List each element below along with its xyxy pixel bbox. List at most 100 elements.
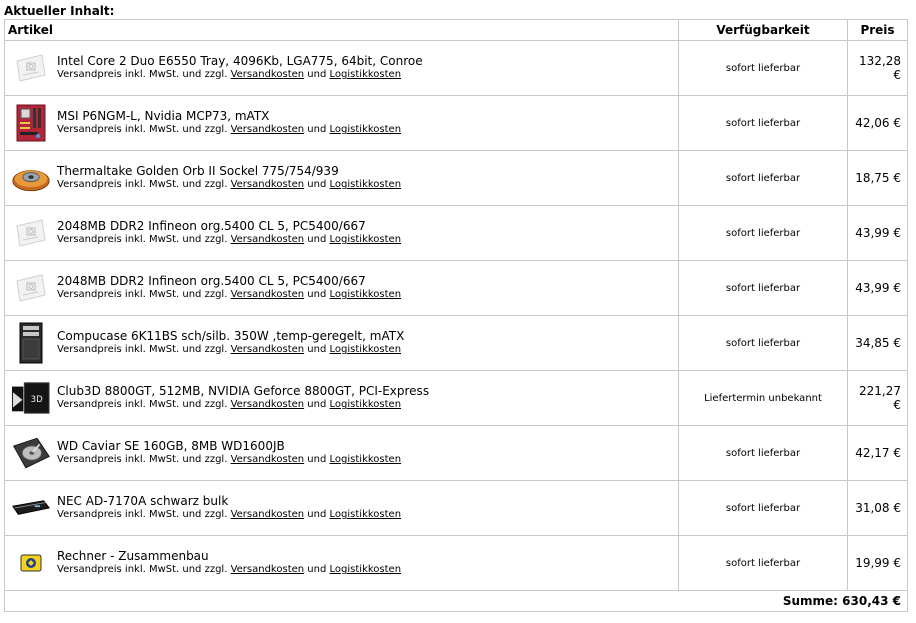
article-cell: Compucase 6K11BS sch/silb. 350W ,temp-ge… bbox=[4, 315, 679, 371]
shipping-joiner: und bbox=[307, 564, 327, 575]
price-cell: 132,28 € bbox=[847, 40, 908, 96]
availability-cell: sofort lieferbar bbox=[678, 425, 848, 481]
shipping-costs-link[interactable]: Versandkosten bbox=[231, 454, 305, 465]
column-header-availability: Verfügbarkeit bbox=[678, 19, 848, 41]
shipping-costs-link[interactable]: Versandkosten bbox=[231, 124, 305, 135]
cart-row: Thermaltake Golden Orb II Sockel 775/754… bbox=[4, 150, 908, 206]
shipping-prefix: Versandpreis inkl. MwSt. und zzgl. bbox=[57, 454, 228, 465]
shipping-costs-link[interactable]: Versandkosten bbox=[231, 344, 305, 355]
price-cell: 42,17 € bbox=[847, 425, 908, 481]
shipping-costs-link[interactable]: Versandkosten bbox=[231, 69, 305, 80]
total-row: Summe: 630,43 € bbox=[4, 590, 908, 612]
shipping-joiner: und bbox=[307, 234, 327, 245]
cart-row: 2048MB DDR2 Infineon org.5400 CL 5, PC54… bbox=[4, 260, 908, 316]
placeholder-image-icon[interactable] bbox=[11, 213, 51, 253]
article-cell: 2048MB DDR2 Infineon org.5400 CL 5, PC54… bbox=[4, 260, 679, 316]
assembly-service-icon[interactable] bbox=[11, 543, 51, 583]
product-name[interactable]: 2048MB DDR2 Infineon org.5400 CL 5, PC54… bbox=[57, 274, 401, 288]
shipping-prefix: Versandpreis inkl. MwSt. und zzgl. bbox=[57, 509, 228, 520]
shipping-joiner: und bbox=[307, 179, 327, 190]
product-name[interactable]: Rechner - Zusammenbau bbox=[57, 549, 401, 563]
price-cell: 43,99 € bbox=[847, 260, 908, 316]
availability-cell: sofort lieferbar bbox=[678, 205, 848, 261]
shipping-prefix: Versandpreis inkl. MwSt. und zzgl. bbox=[57, 234, 228, 245]
shipping-prefix: Versandpreis inkl. MwSt. und zzgl. bbox=[57, 69, 228, 80]
shipping-joiner: und bbox=[307, 509, 327, 520]
shipping-note: Versandpreis inkl. MwSt. und zzgl. Versa… bbox=[57, 398, 429, 412]
total-value: 630,43 € bbox=[842, 594, 901, 608]
product-name[interactable]: WD Caviar SE 160GB, 8MB WD1600JB bbox=[57, 439, 401, 453]
shipping-costs-link[interactable]: Versandkosten bbox=[231, 179, 305, 190]
cpu-cooler-icon[interactable] bbox=[11, 158, 51, 198]
article-cell: Intel Core 2 Duo E6550 Tray, 4096Kb, LGA… bbox=[4, 40, 679, 96]
availability-cell: sofort lieferbar bbox=[678, 40, 848, 96]
logistics-costs-link[interactable]: Logistikkosten bbox=[330, 344, 402, 355]
product-name[interactable]: MSI P6NGM-L, Nvidia MCP73, mATX bbox=[57, 109, 401, 123]
product-name[interactable]: Compucase 6K11BS sch/silb. 350W ,temp-ge… bbox=[57, 329, 404, 343]
price-cell: 42,06 € bbox=[847, 95, 908, 151]
article-cell: 2048MB DDR2 Infineon org.5400 CL 5, PC54… bbox=[4, 205, 679, 261]
logistics-costs-link[interactable]: Logistikkosten bbox=[330, 509, 402, 520]
shipping-costs-link[interactable]: Versandkosten bbox=[231, 289, 305, 300]
shipping-joiner: und bbox=[307, 454, 327, 465]
availability-cell: sofort lieferbar bbox=[678, 315, 848, 371]
logistics-costs-link[interactable]: Logistikkosten bbox=[330, 234, 402, 245]
logistics-costs-link[interactable]: Logistikkosten bbox=[330, 124, 402, 135]
article-cell: MSI P6NGM-L, Nvidia MCP73, mATX Versandpr… bbox=[4, 95, 679, 151]
product-name[interactable]: 2048MB DDR2 Infineon org.5400 CL 5, PC54… bbox=[57, 219, 401, 233]
shipping-note: Versandpreis inkl. MwSt. und zzgl. Versa… bbox=[57, 453, 401, 467]
shipping-joiner: und bbox=[307, 289, 327, 300]
total-cell: Summe: 630,43 € bbox=[4, 590, 908, 612]
article-cell: WD Caviar SE 160GB, 8MB WD1600JB Versandp… bbox=[4, 425, 679, 481]
placeholder-image-icon[interactable] bbox=[11, 48, 51, 88]
shipping-costs-link[interactable]: Versandkosten bbox=[231, 564, 305, 575]
cart-row: 3D Club3D 8800GT, 512MB, NVIDIA Geforce 8… bbox=[4, 370, 908, 426]
price-cell: 18,75 € bbox=[847, 150, 908, 206]
cart-table: Artikel Verfügbarkeit Preis Intel Core 2… bbox=[4, 19, 908, 612]
shipping-costs-link[interactable]: Versandkosten bbox=[231, 399, 305, 410]
shipping-prefix: Versandpreis inkl. MwSt. und zzgl. bbox=[57, 289, 228, 300]
logistics-costs-link[interactable]: Logistikkosten bbox=[330, 179, 402, 190]
article-cell: 3D Club3D 8800GT, 512MB, NVIDIA Geforce 8… bbox=[4, 370, 679, 426]
svg-text:3D: 3D bbox=[31, 395, 43, 405]
shipping-prefix: Versandpreis inkl. MwSt. und zzgl. bbox=[57, 399, 228, 410]
product-name[interactable]: NEC AD-7170A schwarz bulk bbox=[57, 494, 401, 508]
cart-row: NEC AD-7170A schwarz bulk Versandpreis in… bbox=[4, 480, 908, 536]
shipping-note: Versandpreis inkl. MwSt. und zzgl. Versa… bbox=[57, 563, 401, 577]
logistics-costs-link[interactable]: Logistikkosten bbox=[330, 69, 402, 80]
logistics-costs-link[interactable]: Logistikkosten bbox=[330, 454, 402, 465]
logistics-costs-link[interactable]: Logistikkosten bbox=[330, 289, 402, 300]
article-cell: Thermaltake Golden Orb II Sockel 775/754… bbox=[4, 150, 679, 206]
pc-case-icon[interactable] bbox=[11, 322, 51, 364]
shipping-note: Versandpreis inkl. MwSt. und zzgl. Versa… bbox=[57, 178, 401, 192]
total-label: Summe: bbox=[782, 594, 838, 608]
shipping-note: Versandpreis inkl. MwSt. und zzgl. Versa… bbox=[57, 233, 401, 247]
graphics-card-icon[interactable]: 3D bbox=[11, 378, 51, 418]
shipping-costs-link[interactable]: Versandkosten bbox=[231, 509, 305, 520]
column-header-article: Artikel bbox=[4, 19, 679, 41]
product-name[interactable]: Thermaltake Golden Orb II Sockel 775/754… bbox=[57, 164, 401, 178]
placeholder-image-icon[interactable] bbox=[11, 268, 51, 308]
shipping-costs-link[interactable]: Versandkosten bbox=[231, 234, 305, 245]
availability-cell: Liefertermin unbekannt bbox=[678, 370, 848, 426]
availability-cell: sofort lieferbar bbox=[678, 480, 848, 536]
hard-drive-icon[interactable] bbox=[11, 433, 51, 473]
availability-cell: sofort lieferbar bbox=[678, 260, 848, 316]
shipping-note: Versandpreis inkl. MwSt. und zzgl. Versa… bbox=[57, 123, 401, 137]
cart-header-row: Artikel Verfügbarkeit Preis bbox=[4, 19, 908, 41]
column-header-price: Preis bbox=[847, 19, 908, 41]
shipping-note: Versandpreis inkl. MwSt. und zzgl. Versa… bbox=[57, 68, 423, 82]
optical-drive-icon[interactable] bbox=[11, 488, 51, 528]
article-cell: Rechner - Zusammenbau Versandpreis inkl. … bbox=[4, 535, 679, 591]
cart-row: Compucase 6K11BS sch/silb. 350W ,temp-ge… bbox=[4, 315, 908, 371]
product-name[interactable]: Intel Core 2 Duo E6550 Tray, 4096Kb, LGA… bbox=[57, 54, 423, 68]
logistics-costs-link[interactable]: Logistikkosten bbox=[330, 564, 402, 575]
motherboard-icon[interactable] bbox=[11, 103, 51, 143]
shipping-joiner: und bbox=[307, 124, 327, 135]
cart-row: WD Caviar SE 160GB, 8MB WD1600JB Versandp… bbox=[4, 425, 908, 481]
cart-row: 2048MB DDR2 Infineon org.5400 CL 5, PC54… bbox=[4, 205, 908, 261]
cart-row: Intel Core 2 Duo E6550 Tray, 4096Kb, LGA… bbox=[4, 40, 908, 96]
logistics-costs-link[interactable]: Logistikkosten bbox=[330, 399, 402, 410]
shipping-note: Versandpreis inkl. MwSt. und zzgl. Versa… bbox=[57, 343, 404, 357]
product-name[interactable]: Club3D 8800GT, 512MB, NVIDIA Geforce 880… bbox=[57, 384, 429, 398]
